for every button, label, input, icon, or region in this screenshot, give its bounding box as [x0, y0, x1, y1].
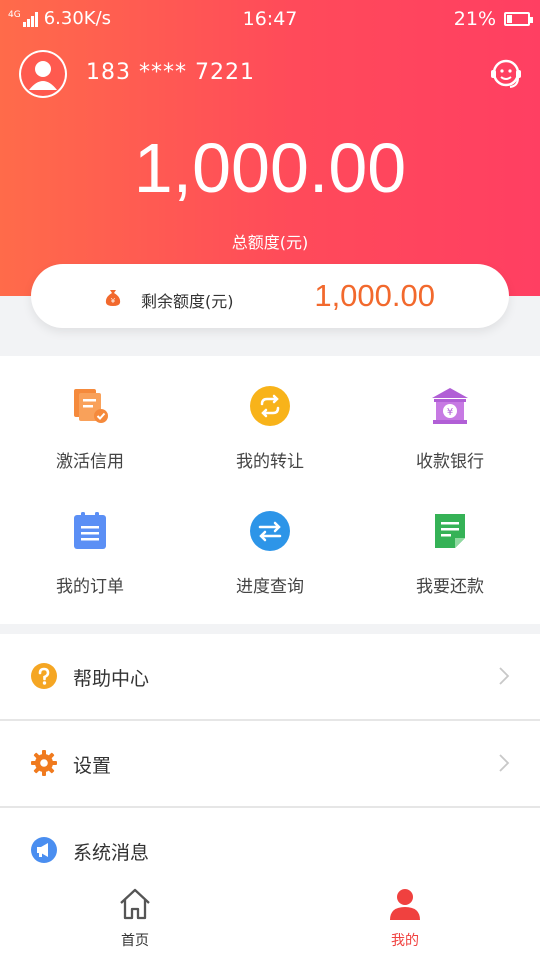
user-phone: 183 **** 7221 [86, 60, 255, 85]
battery-percent: 21% [453, 8, 496, 30]
total-amount-label: 总额度(元) [231, 233, 309, 252]
menu-system-messages[interactable]: 系统消息 [0, 808, 540, 880]
user-avatar-icon [21, 52, 65, 96]
feature-receiving-bank[interactable]: ¥ 收款银行 [360, 356, 540, 476]
tab-bar: 首页 我的 [0, 880, 540, 960]
remaining-amount-label: 剩余额度(元) [141, 292, 234, 311]
remaining-amount-value: 1,000.00 [314, 278, 435, 313]
activate-credit-icon [74, 389, 108, 423]
gear-icon [31, 750, 57, 776]
feature-label: 激活信用 [56, 452, 124, 472]
feature-grid: 激活信用 我的转让 ¥ 收款银行 我的订单 进度查询 我要还款 [0, 356, 540, 624]
menu-label: 帮助中心 [73, 668, 150, 690]
menu-help-center[interactable]: 帮助中心 [0, 634, 540, 719]
menu-label: 设置 [73, 755, 112, 777]
chevron-right-icon [499, 754, 510, 772]
feature-label: 我的订单 [56, 577, 124, 597]
total-amount: 1,000.00 [133, 129, 407, 207]
feature-activate-credit[interactable]: 激活信用 [0, 356, 180, 476]
feature-my-transfer[interactable]: 我的转让 [180, 356, 360, 476]
status-bar: 4G 6.30K/s 16:47 21% [0, 0, 540, 38]
feature-label: 我要还款 [416, 577, 484, 597]
menu-settings[interactable]: 设置 [0, 721, 540, 806]
feature-label: 收款银行 [416, 452, 484, 472]
progress-icon [250, 511, 290, 551]
home-icon [120, 888, 150, 920]
menu-list: 帮助中心 设置 系统消息 [0, 634, 540, 880]
megaphone-icon [31, 837, 57, 863]
chevron-right-icon [499, 667, 510, 685]
menu-label: 系统消息 [73, 842, 150, 864]
bank-icon: ¥ [432, 388, 468, 424]
feature-label: 我的转让 [236, 452, 304, 472]
help-icon [31, 663, 57, 689]
header-banner: 4G 6.30K/s 16:47 21% 183 **** 7221 1,000… [0, 0, 540, 296]
tab-home[interactable]: 首页 [85, 880, 185, 960]
tab-label: 首页 [121, 933, 149, 949]
repay-icon [435, 514, 465, 548]
svg-text:¥: ¥ [111, 297, 116, 305]
svg-text:¥: ¥ [447, 407, 453, 418]
money-bag-icon: ¥ [105, 290, 121, 306]
remaining-amount-card: ¥ 剩余额度(元) 1,000.00 [31, 264, 509, 328]
tab-mine[interactable]: 我的 [355, 880, 455, 960]
avatar[interactable] [19, 50, 67, 98]
orders-icon [74, 512, 106, 549]
battery-icon [504, 12, 533, 26]
feature-progress-query[interactable]: 进度查询 [180, 481, 360, 601]
user-icon [390, 889, 420, 920]
transfer-icon [250, 386, 290, 426]
customer-service-icon[interactable] [488, 56, 524, 92]
feature-repay[interactable]: 我要还款 [360, 481, 540, 601]
feature-label: 进度查询 [236, 577, 304, 597]
feature-my-orders[interactable]: 我的订单 [0, 481, 180, 601]
tab-label: 我的 [391, 933, 419, 949]
